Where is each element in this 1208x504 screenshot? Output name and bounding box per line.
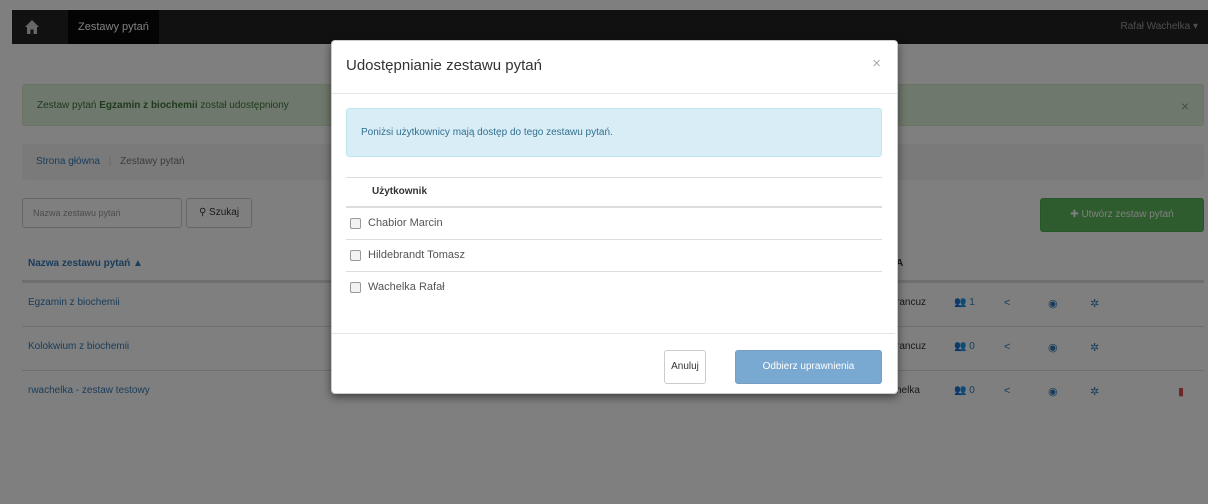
user-checkbox[interactable] bbox=[350, 282, 361, 293]
user-checkbox[interactable] bbox=[350, 250, 361, 261]
modal-info-alert: Poniżsi użytkownicy mają dostęp do tego … bbox=[346, 108, 882, 157]
modal-header: Udostępnianie zestawu pytań × bbox=[332, 41, 897, 94]
users-table: Użytkownik Chabior Marcin Hildebrandt To… bbox=[346, 177, 882, 303]
column-header-user: Użytkownik bbox=[372, 186, 428, 197]
user-name: Wachelka Rafał bbox=[368, 281, 445, 293]
cancel-button[interactable]: Anuluj bbox=[664, 350, 706, 384]
users-table-header: Użytkownik bbox=[346, 177, 882, 208]
revoke-permissions-button[interactable]: Odbierz uprawnienia bbox=[735, 350, 882, 384]
user-checkbox[interactable] bbox=[350, 218, 361, 229]
user-name: Hildebrandt Tomasz bbox=[368, 249, 466, 261]
user-row: Hildebrandt Tomasz bbox=[346, 240, 882, 272]
user-name: Chabior Marcin bbox=[368, 217, 443, 229]
modal-footer: Anuluj Odbierz uprawnienia bbox=[332, 333, 895, 394]
share-modal: Udostępnianie zestawu pytań × Poniżsi uż… bbox=[331, 40, 898, 394]
user-row: Wachelka Rafał bbox=[346, 272, 882, 303]
user-row: Chabior Marcin bbox=[346, 208, 882, 240]
modal-close-button[interactable]: × bbox=[872, 55, 881, 72]
modal-title: Udostępnianie zestawu pytań bbox=[346, 57, 542, 74]
